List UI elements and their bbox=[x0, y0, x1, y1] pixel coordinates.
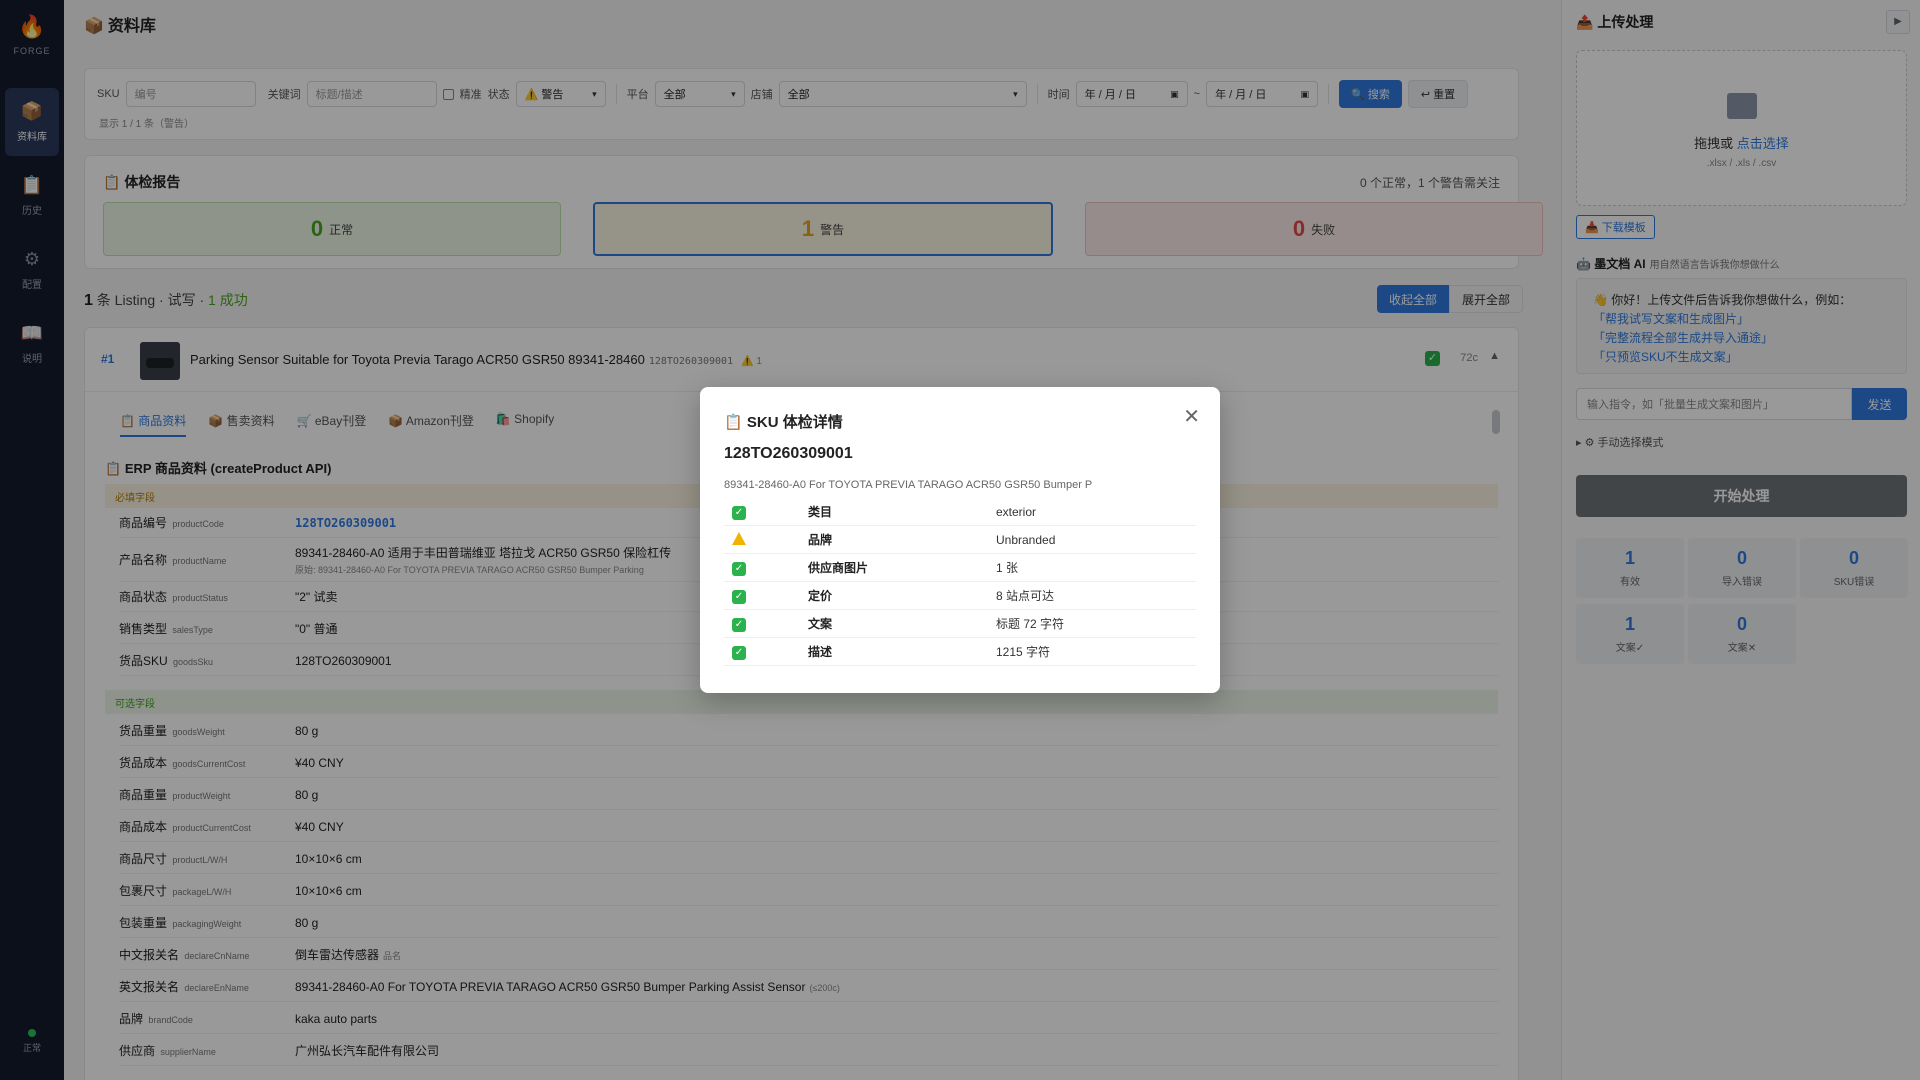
health-row-value: 标题 72 字符 bbox=[996, 617, 1065, 631]
sku-health-modal: 📋 SKU 体检详情 ✕ 128TO260309001 89341-28460-… bbox=[700, 387, 1220, 693]
health-row-label: 供应商图片 bbox=[808, 561, 869, 575]
check-icon: ✓ bbox=[732, 589, 746, 604]
health-row-label: 品牌 bbox=[808, 533, 833, 547]
health-row-value: 1 张 bbox=[996, 561, 1019, 575]
health-row: 品牌 Unbranded bbox=[724, 526, 1196, 554]
clipboard-icon: 📋 bbox=[724, 414, 743, 431]
health-row-value: 1215 字符 bbox=[996, 645, 1051, 659]
health-row-value: exterior bbox=[996, 504, 1037, 519]
modal-sku: 128TO260309001 bbox=[724, 445, 853, 462]
check-icon: ✓ bbox=[732, 505, 746, 520]
health-row-value: Unbranded bbox=[996, 532, 1056, 547]
modal-title: 📋 SKU 体检详情 bbox=[724, 411, 843, 432]
warning-icon bbox=[732, 531, 746, 545]
health-row: ✓ 定价 8 站点可达 bbox=[724, 582, 1196, 610]
health-row-value: 8 站点可达 bbox=[996, 589, 1055, 603]
health-row: ✓ 描述 1215 字符 bbox=[724, 638, 1196, 666]
health-row-label: 类目 bbox=[808, 505, 833, 519]
check-icon: ✓ bbox=[732, 645, 746, 660]
check-icon: ✓ bbox=[732, 617, 746, 632]
health-row-label: 描述 bbox=[808, 645, 833, 659]
health-row: ✓ 文案 标题 72 字符 bbox=[724, 610, 1196, 638]
health-row-label: 文案 bbox=[808, 617, 833, 631]
health-check-table: ✓ 类目 exterior 品牌 Unbranded ✓ 供应商图片 1 张 ✓… bbox=[724, 498, 1196, 666]
modal-product-name: 89341-28460-A0 For TOYOTA PREVIA TARAGO … bbox=[724, 479, 1093, 491]
health-row-label: 定价 bbox=[808, 589, 833, 603]
check-icon: ✓ bbox=[732, 561, 746, 576]
health-row: ✓ 类目 exterior bbox=[724, 498, 1196, 526]
modal-title-text: SKU 体检详情 bbox=[746, 414, 843, 431]
health-row: ✓ 供应商图片 1 张 bbox=[724, 554, 1196, 582]
close-icon[interactable]: ✕ bbox=[1183, 407, 1200, 427]
